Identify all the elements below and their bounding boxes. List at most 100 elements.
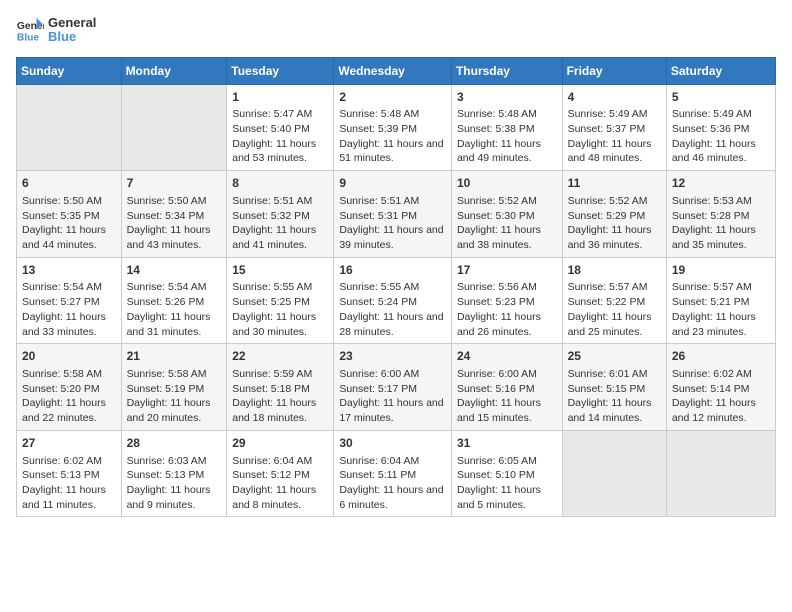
header-cell-sunday: Sunday: [17, 57, 122, 84]
calendar-cell: [666, 430, 775, 517]
calendar-cell: 12 Sunrise: 5:53 AMSunset: 5:28 PMDayligh…: [666, 171, 775, 258]
day-info: Sunrise: 5:58 AMSunset: 5:20 PMDaylight:…: [22, 367, 116, 426]
day-number: 30: [339, 435, 446, 452]
day-number: 31: [457, 435, 557, 452]
day-info: Sunrise: 5:48 AMSunset: 5:38 PMDaylight:…: [457, 107, 557, 166]
day-info: Sunrise: 6:04 AMSunset: 5:11 PMDaylight:…: [339, 454, 446, 513]
calendar-cell: 29 Sunrise: 6:04 AMSunset: 5:12 PMDayligh…: [227, 430, 334, 517]
calendar-cell: 19Sunrise: 5:57 AMSunset: 5:21 PMDayligh…: [666, 257, 775, 344]
calendar-cell: 15Sunrise: 5:55 AMSunset: 5:25 PMDayligh…: [227, 257, 334, 344]
calendar-header: SundayMondayTuesdayWednesdayThursdayFrid…: [17, 57, 776, 84]
calendar-cell: 28 Sunrise: 6:03 AMSunset: 5:13 PMDayligh…: [121, 430, 227, 517]
calendar-week-2: 13Sunrise: 5:54 AMSunset: 5:27 PMDayligh…: [17, 257, 776, 344]
calendar-cell: 4Sunrise: 5:49 AMSunset: 5:37 PMDaylight…: [562, 84, 666, 171]
calendar-cell: 25Sunrise: 6:01 AMSunset: 5:15 PMDayligh…: [562, 344, 666, 431]
day-number: 19: [672, 262, 770, 279]
header-cell-thursday: Thursday: [451, 57, 562, 84]
logo-line1: General: [48, 16, 96, 30]
header-row: SundayMondayTuesdayWednesdayThursdayFrid…: [17, 57, 776, 84]
day-info: Sunrise: 6:01 AMSunset: 5:15 PMDaylight:…: [568, 367, 661, 426]
header-cell-monday: Monday: [121, 57, 227, 84]
calendar-cell: 27 Sunrise: 6:02 AMSunset: 5:13 PMDayligh…: [17, 430, 122, 517]
calendar-cell: [17, 84, 122, 171]
calendar-table: SundayMondayTuesdayWednesdayThursdayFrid…: [16, 57, 776, 518]
calendar-cell: 13Sunrise: 5:54 AMSunset: 5:27 PMDayligh…: [17, 257, 122, 344]
day-info: Sunrise: 5:57 AMSunset: 5:21 PMDaylight:…: [672, 280, 770, 339]
day-info: Sunrise: 6:00 AMSunset: 5:17 PMDaylight:…: [339, 367, 446, 426]
day-number: 29: [232, 435, 328, 452]
day-info: Sunrise: 6:04 AMSunset: 5:12 PMDaylight:…: [232, 454, 328, 513]
logo: General Blue General Blue: [16, 16, 96, 45]
day-info: Sunrise: 6:02 AMSunset: 5:14 PMDaylight:…: [672, 367, 770, 426]
day-info: Sunrise: 5:59 AMSunset: 5:18 PMDaylight:…: [232, 367, 328, 426]
logo-icon: General Blue: [16, 16, 44, 44]
day-number: 2: [339, 89, 446, 106]
day-info: Sunrise: 5:50 AMSunset: 5:34 PMDaylight:…: [127, 194, 222, 253]
day-number: 12: [672, 175, 770, 192]
day-info: Sunrise: 6:00 AMSunset: 5:16 PMDaylight:…: [457, 367, 557, 426]
svg-text:Blue: Blue: [17, 33, 40, 44]
day-number: 23: [339, 348, 446, 365]
day-number: 27: [22, 435, 116, 452]
calendar-cell: 3Sunrise: 5:48 AMSunset: 5:38 PMDaylight…: [451, 84, 562, 171]
header-cell-saturday: Saturday: [666, 57, 775, 84]
day-info: Sunrise: 5:51 AMSunset: 5:32 PMDaylight:…: [232, 194, 328, 253]
calendar-cell: 14Sunrise: 5:54 AMSunset: 5:26 PMDayligh…: [121, 257, 227, 344]
header-cell-wednesday: Wednesday: [334, 57, 452, 84]
day-number: 28: [127, 435, 222, 452]
header-cell-tuesday: Tuesday: [227, 57, 334, 84]
day-number: 7: [127, 175, 222, 192]
day-info: Sunrise: 5:53 AMSunset: 5:28 PMDaylight:…: [672, 194, 770, 253]
calendar-week-3: 20 Sunrise: 5:58 AMSunset: 5:20 PMDayligh…: [17, 344, 776, 431]
day-info: Sunrise: 5:54 AMSunset: 5:26 PMDaylight:…: [127, 280, 222, 339]
calendar-cell: 6 Sunrise: 5:50 AMSunset: 5:35 PMDaylight…: [17, 171, 122, 258]
calendar-cell: [562, 430, 666, 517]
day-info: Sunrise: 6:02 AMSunset: 5:13 PMDaylight:…: [22, 454, 116, 513]
calendar-body: 1Sunrise: 5:47 AMSunset: 5:40 PMDaylight…: [17, 84, 776, 517]
day-number: 1: [232, 89, 328, 106]
day-number: 20: [22, 348, 116, 365]
calendar-cell: 10Sunrise: 5:52 AMSunset: 5:30 PMDayligh…: [451, 171, 562, 258]
day-info: Sunrise: 5:55 AMSunset: 5:25 PMDaylight:…: [232, 280, 328, 339]
day-info: Sunrise: 5:56 AMSunset: 5:23 PMDaylight:…: [457, 280, 557, 339]
calendar-cell: 26Sunrise: 6:02 AMSunset: 5:14 PMDayligh…: [666, 344, 775, 431]
calendar-cell: 7 Sunrise: 5:50 AMSunset: 5:34 PMDaylight…: [121, 171, 227, 258]
calendar-cell: 1Sunrise: 5:47 AMSunset: 5:40 PMDaylight…: [227, 84, 334, 171]
calendar-week-4: 27 Sunrise: 6:02 AMSunset: 5:13 PMDayligh…: [17, 430, 776, 517]
calendar-cell: 30 Sunrise: 6:04 AMSunset: 5:11 PMDayligh…: [334, 430, 452, 517]
calendar-cell: 22 Sunrise: 5:59 AMSunset: 5:18 PMDayligh…: [227, 344, 334, 431]
day-number: 11: [568, 175, 661, 192]
day-number: 15: [232, 262, 328, 279]
day-info: Sunrise: 6:05 AMSunset: 5:10 PMDaylight:…: [457, 454, 557, 513]
calendar-cell: 2Sunrise: 5:48 AMSunset: 5:39 PMDaylight…: [334, 84, 452, 171]
day-info: Sunrise: 5:48 AMSunset: 5:39 PMDaylight:…: [339, 107, 446, 166]
calendar-cell: 17Sunrise: 5:56 AMSunset: 5:23 PMDayligh…: [451, 257, 562, 344]
day-number: 24: [457, 348, 557, 365]
calendar-cell: [121, 84, 227, 171]
day-info: Sunrise: 5:54 AMSunset: 5:27 PMDaylight:…: [22, 280, 116, 339]
day-number: 14: [127, 262, 222, 279]
day-number: 6: [22, 175, 116, 192]
day-number: 4: [568, 89, 661, 106]
logo-line2: Blue: [48, 30, 96, 44]
day-info: Sunrise: 5:50 AMSunset: 5:35 PMDaylight:…: [22, 194, 116, 253]
day-number: 17: [457, 262, 557, 279]
day-number: 3: [457, 89, 557, 106]
calendar-cell: 16Sunrise: 5:55 AMSunset: 5:24 PMDayligh…: [334, 257, 452, 344]
day-number: 18: [568, 262, 661, 279]
day-number: 5: [672, 89, 770, 106]
header-cell-friday: Friday: [562, 57, 666, 84]
calendar-cell: 8Sunrise: 5:51 AMSunset: 5:32 PMDaylight…: [227, 171, 334, 258]
day-info: Sunrise: 5:57 AMSunset: 5:22 PMDaylight:…: [568, 280, 661, 339]
day-info: Sunrise: 5:49 AMSunset: 5:37 PMDaylight:…: [568, 107, 661, 166]
day-info: Sunrise: 6:03 AMSunset: 5:13 PMDaylight:…: [127, 454, 222, 513]
day-number: 21: [127, 348, 222, 365]
day-info: Sunrise: 5:52 AMSunset: 5:29 PMDaylight:…: [568, 194, 661, 253]
day-number: 22: [232, 348, 328, 365]
page-header: General Blue General Blue: [16, 16, 776, 45]
day-info: Sunrise: 5:51 AMSunset: 5:31 PMDaylight:…: [339, 194, 446, 253]
calendar-cell: 9Sunrise: 5:51 AMSunset: 5:31 PMDaylight…: [334, 171, 452, 258]
day-info: Sunrise: 5:49 AMSunset: 5:36 PMDaylight:…: [672, 107, 770, 166]
day-info: Sunrise: 5:52 AMSunset: 5:30 PMDaylight:…: [457, 194, 557, 253]
calendar-cell: 5Sunrise: 5:49 AMSunset: 5:36 PMDaylight…: [666, 84, 775, 171]
